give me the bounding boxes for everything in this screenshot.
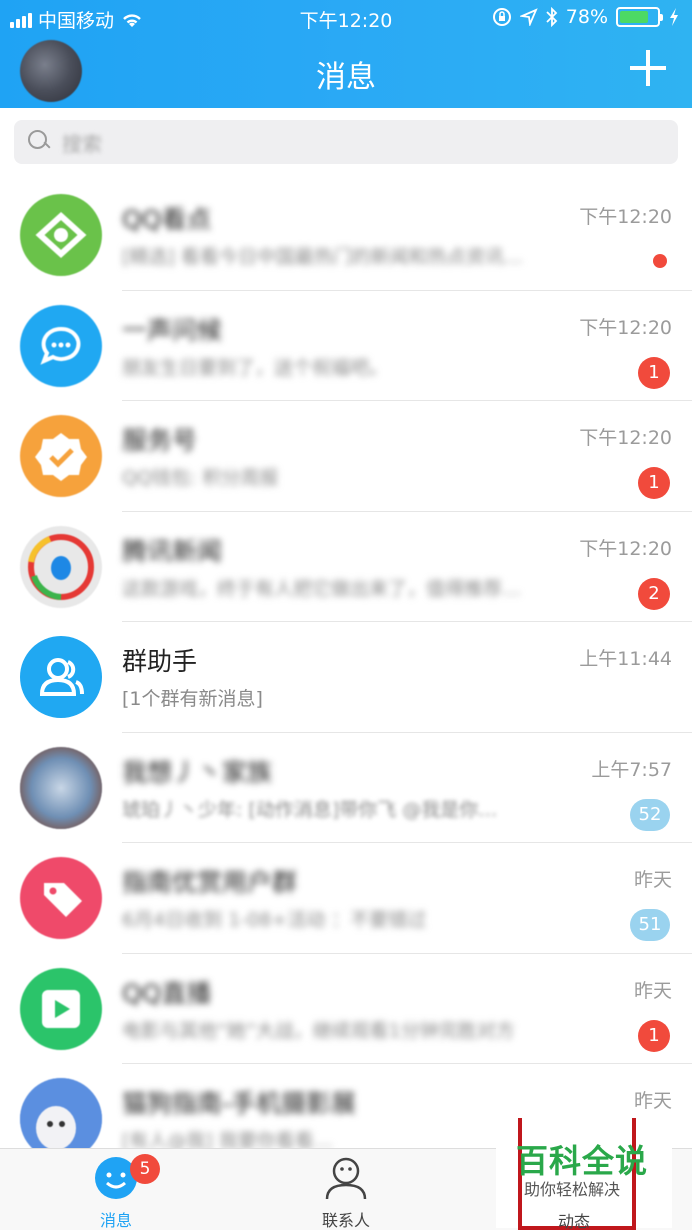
verified-badge-icon xyxy=(20,415,102,497)
conversation-preview: 朋友生日要到了，送个祝福吧。 xyxy=(122,356,389,379)
conversation-row[interactable]: QQ看点 下午12:20 [精选] 看看今日中国最热门的新闻和热点资讯… xyxy=(0,180,692,291)
search-icon xyxy=(28,130,50,152)
unread-badge: 51 xyxy=(630,909,670,941)
conversation-preview: [精选] 看看今日中国最热门的新闻和热点资讯… xyxy=(122,246,523,268)
conversation-name: 一声问候 xyxy=(122,315,223,345)
conversation-row[interactable]: QQ直播 昨天电影与其他“她”大战，继续观看1分钟完胜对方 1 xyxy=(0,954,692,1064)
group-photo-icon xyxy=(20,746,102,829)
conversation-time: 昨天 xyxy=(633,869,672,891)
unread-badge: 1 xyxy=(638,467,670,499)
search-bar: 搜索 xyxy=(0,108,692,178)
battery-icon xyxy=(616,7,663,27)
unread-badge: 1 xyxy=(638,356,670,389)
battery-percent: 78% xyxy=(565,6,608,28)
tab-messages-label: 消息 xyxy=(99,1211,132,1230)
tab-contacts-label: 联系人 xyxy=(321,1211,370,1230)
page-title: 消息 xyxy=(316,60,376,95)
contacts-tab-icon xyxy=(323,1155,369,1201)
conversation-preview: 琥珀丿丶少年: [动作消息]带你飞 @我是你… xyxy=(122,798,498,821)
tab-dynamics-text: 动态 xyxy=(558,1212,591,1230)
unread-badge: 1 xyxy=(638,1019,670,1052)
tab-contacts[interactable]: 联系人 xyxy=(286,1155,406,1230)
search-placeholder: 搜索 xyxy=(62,132,102,156)
status-right: 78% xyxy=(492,6,680,28)
conversation-name: 指南优赏用户群 xyxy=(122,868,298,897)
qq-kandian-icon xyxy=(20,194,102,276)
tencent-news-icon xyxy=(20,525,102,608)
conversation-preview: 6月4日收到 1-08+活动 ：不要错过 xyxy=(122,909,427,931)
location-icon xyxy=(519,8,538,26)
bluetooth-icon xyxy=(546,7,558,27)
conversation-row[interactable]: 服务号 下午12:20 QQ钱包: 积分周报 1 xyxy=(0,401,692,512)
charging-icon xyxy=(670,8,678,26)
conversation-row[interactable]: 我想丿丶家族 上午7:57 琥珀丿丶少年: [动作消息]带你飞 @我是你… 52 xyxy=(0,733,692,843)
conversation-preview: [1个群有新消息] xyxy=(122,688,263,710)
add-button[interactable] xyxy=(628,48,668,88)
conversation-preview: QQ钱包: 积分周报 xyxy=(122,467,279,489)
conversation-name: 群助手 xyxy=(122,647,198,676)
unread-badge: 52 xyxy=(630,798,670,831)
conversation-name: 猫狗指南-手机摄影展 xyxy=(122,1089,357,1118)
conversation-row[interactable]: 指南优赏用户群 昨天 6月4日收到 1-08+活动 ：不要错过 51 xyxy=(0,843,692,954)
conversation-time: 上午7:57 xyxy=(591,758,672,781)
conversation-preview: 电影与其他“她”大战，继续观看1分钟完胜对方 xyxy=(122,1019,515,1042)
app-header: 中国移动 下午12:20 78% 消息 xyxy=(0,0,692,108)
conversation-time: 下午12:20 xyxy=(579,537,672,560)
conversation-preview: 这款游戏，终于有人把它做出来了，值得推荐… xyxy=(122,577,522,600)
unread-dot xyxy=(653,254,667,268)
messages-unread-badge: 5 xyxy=(130,1154,160,1184)
group-helper-icon xyxy=(20,636,102,718)
conversation-name: 我想丿丶家族 xyxy=(122,757,273,787)
conversation-row[interactable]: 腾讯新闻 下午12:20 这款游戏，终于有人把它做出来了，值得推荐… 2 xyxy=(0,512,692,622)
conversation-time: 昨天 xyxy=(633,1090,672,1112)
conversation-name: 腾讯新闻 xyxy=(122,536,223,566)
rotation-lock-icon xyxy=(492,8,511,26)
conversation-row[interactable]: 一声问候 下午12:20 朋友生日要到了，送个祝福吧。 1 xyxy=(0,291,692,401)
conversation-time: 上午11:44 xyxy=(579,648,672,670)
conversation-time: 下午12:20 xyxy=(579,427,672,449)
conversation-row[interactable]: 群助手 上午11:44 [1个群有新消息] xyxy=(0,622,692,733)
status-bar: 中国移动 下午12:20 78% xyxy=(0,0,692,36)
live-play-icon xyxy=(20,967,102,1050)
unread-badge: 2 xyxy=(638,577,670,610)
conversation-time: 昨天 xyxy=(633,979,672,1002)
conversation-time: 下午12:20 xyxy=(579,206,672,228)
chat-bubble-icon xyxy=(20,304,102,387)
tag-icon xyxy=(20,857,102,939)
watermark-subtitle: 助你轻松解决 xyxy=(524,1180,621,1199)
conversation-name: 服务号 xyxy=(122,426,198,455)
conversation-list: QQ看点 下午12:20 [精选] 看看今日中国最热门的新闻和热点资讯… 一声问候 下午… xyxy=(0,180,692,1175)
conversation-name: QQ直播 xyxy=(122,978,212,1008)
search-input[interactable]: 搜索 xyxy=(14,120,678,164)
conversation-time: 下午12:20 xyxy=(579,316,672,339)
conversation-name: QQ看点 xyxy=(122,205,212,234)
